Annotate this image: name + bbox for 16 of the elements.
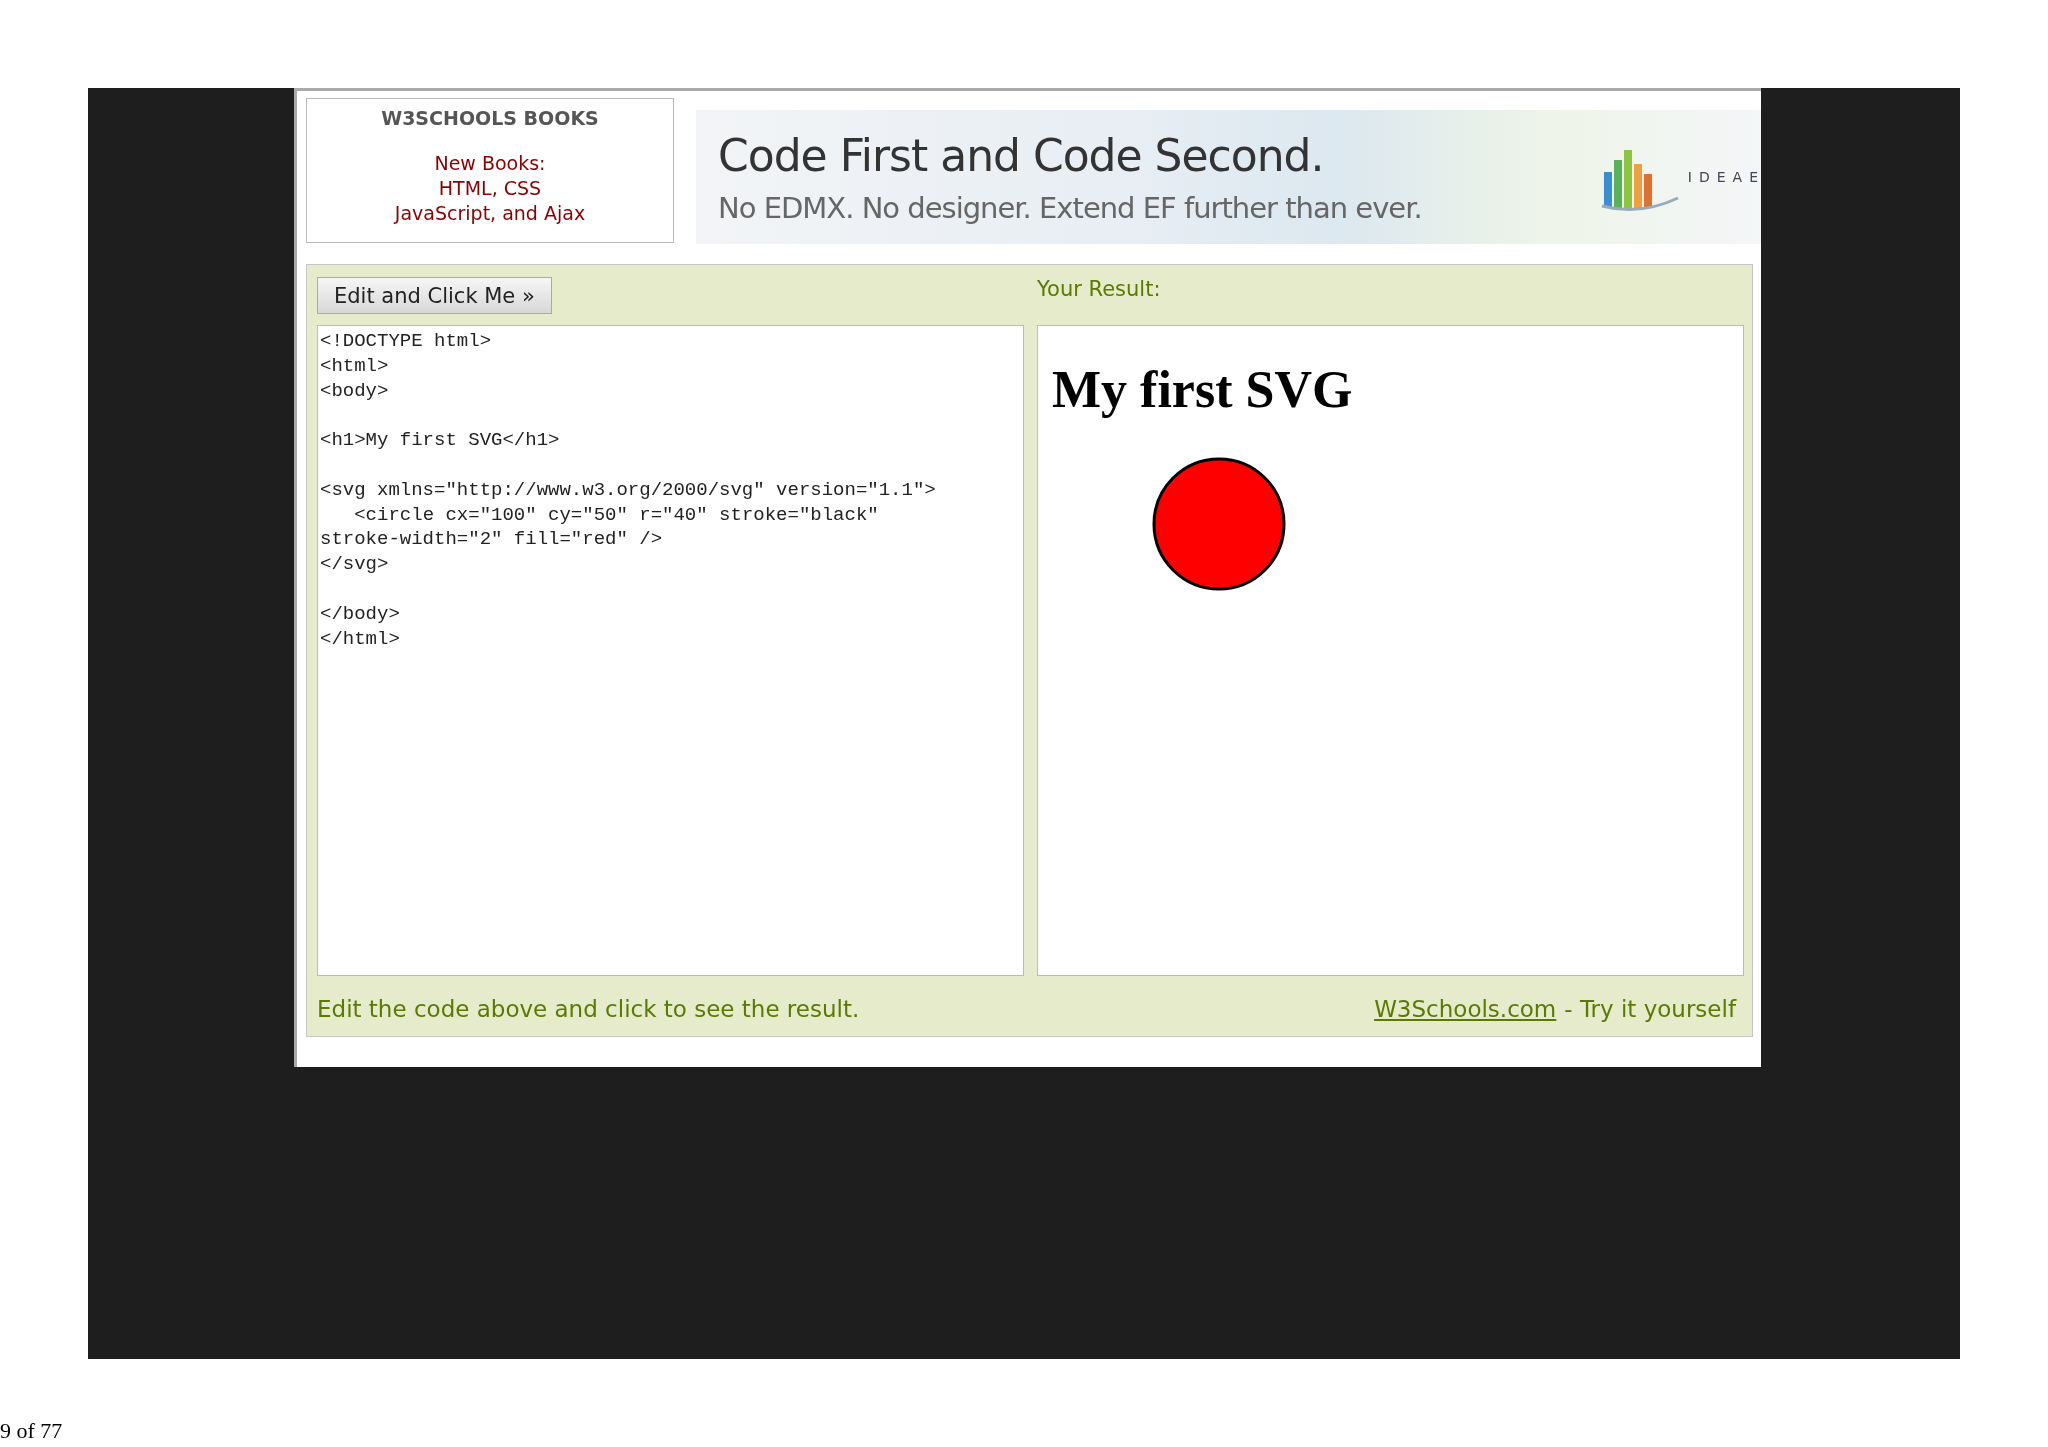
code-editor[interactable]: <!DOCTYPE html> <html> <body> <h1>My first SVG</h1> <svg xmlns="http://www.w3.org/2000/svg" version="1.1"> <circle cx="100" cy="50" r="40" stroke="black" stroke-width="2" fill="red" /> </svg> </body> </html> <box>317 325 1024 976</box>
result-label: Your Result: <box>1037 277 1161 301</box>
books-link[interactable]: JavaScript, and Ajax <box>307 201 673 226</box>
books-link[interactable]: HTML, CSS <box>307 176 673 201</box>
footer-hint: Edit the code above and click to see the result. <box>317 996 860 1022</box>
ad-tagline: No EDMX. No designer. Extend EF further than ever. <box>718 191 1422 225</box>
result-heading: My first SVG <box>1052 360 1354 419</box>
books-link[interactable]: New Books: <box>307 151 673 176</box>
footer-tagline: - Try it yourself <box>1564 996 1736 1022</box>
ad-headline: Code First and Code Second. <box>718 130 1325 181</box>
ad-banner[interactable]: Code First and Code Second. No EDMX. No designer. Extend EF further than ever. IDEAE <box>696 110 1761 244</box>
edit-and-click-button[interactable]: Edit and Click Me » <box>317 277 552 314</box>
ad-brand: IDEAE <box>1687 169 1761 185</box>
w3schools-link[interactable]: W3Schools.com <box>1374 996 1557 1022</box>
books-title: W3SCHOOLS BOOKS <box>380 107 600 129</box>
page-number: 9 of 77 <box>0 1418 63 1444</box>
